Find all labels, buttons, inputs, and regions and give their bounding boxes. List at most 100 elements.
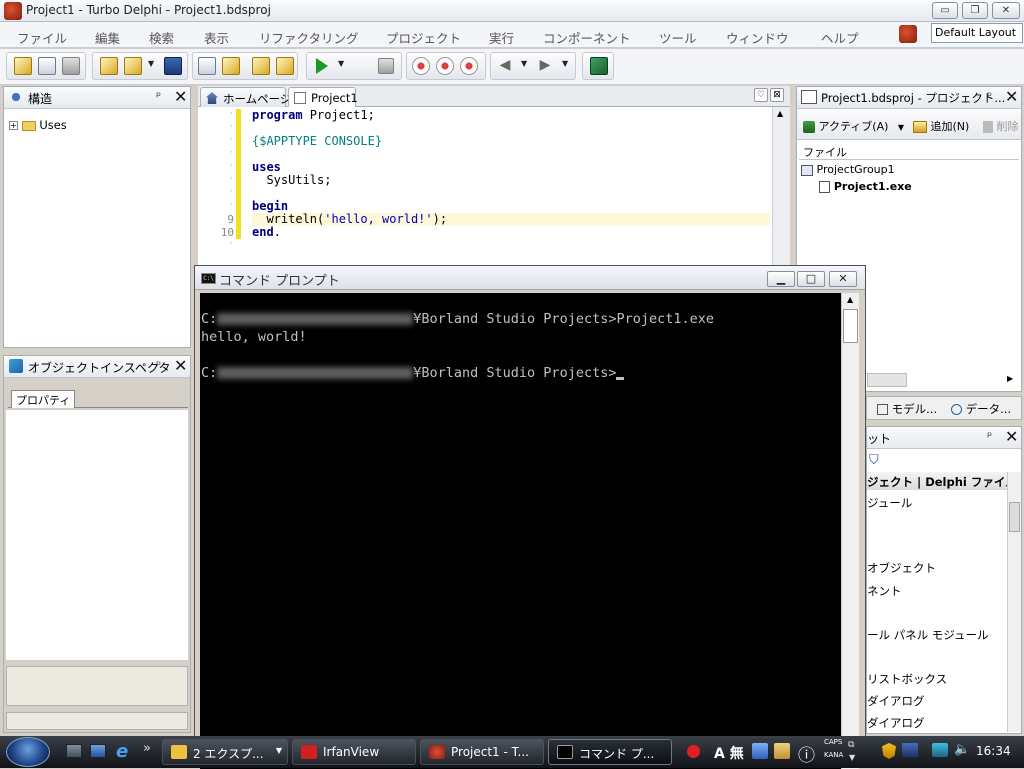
new-items-icon[interactable] — [14, 57, 32, 75]
menu-help[interactable]: ヘルプ — [821, 28, 859, 47]
menu-refactor[interactable]: リファクタリング — [259, 28, 359, 47]
remove-file-icon[interactable] — [62, 57, 80, 75]
forward-icon[interactable]: ▶ — [536, 57, 554, 75]
cmd-scrollbar[interactable]: ▲ — [841, 293, 859, 769]
minimize-button[interactable]: ▭ — [932, 2, 958, 19]
save-all-icon[interactable] — [198, 57, 216, 75]
cmd-close-button[interactable]: ✕ — [829, 271, 857, 287]
add-button[interactable]: 追加(N) — [913, 118, 969, 134]
palette-item[interactable]: ダイアログ — [867, 715, 925, 731]
ime-dictionary-icon[interactable] — [752, 743, 768, 759]
console-output[interactable]: C: ¥Borland Studio Projects>Project1.exe … — [200, 293, 841, 769]
open-icon[interactable] — [124, 57, 142, 75]
tab-project1[interactable]: Project1 — [288, 87, 358, 108]
run-to-cursor-icon[interactable] — [460, 57, 478, 75]
remove-button[interactable]: 削除 — [983, 118, 1019, 134]
horizontal-scroll-thumb[interactable] — [867, 373, 907, 387]
stop-icon[interactable] — [378, 58, 394, 74]
scroll-right-icon[interactable]: ▶ — [1007, 374, 1013, 383]
taskbar-button-delphi[interactable]: Project1 - T... — [420, 739, 544, 765]
menu-component[interactable]: コンポーネント — [543, 28, 631, 47]
save-icon[interactable] — [164, 57, 182, 75]
network-icon[interactable] — [932, 743, 948, 757]
ime-mode-indicator[interactable]: A 無 — [714, 743, 744, 763]
back-icon[interactable]: ◀ — [496, 57, 514, 75]
volume-icon[interactable]: 🔈 — [954, 742, 970, 757]
pin-icon[interactable]: ᵖ — [987, 429, 992, 443]
activate-button[interactable]: アクティブ(A) ▼ — [803, 118, 904, 134]
close-icon[interactable]: ✕ — [174, 356, 187, 375]
palette-item[interactable]: ダイアログ — [867, 693, 925, 709]
ime-tool-icon[interactable] — [774, 743, 790, 759]
remove-from-project-icon[interactable] — [276, 57, 294, 75]
forward-dropdown-icon[interactable]: ▼ — [562, 59, 568, 68]
cmd-minimize-button[interactable]: ▁ — [767, 271, 795, 287]
restore-ime-icon[interactable]: ⧉ — [848, 740, 854, 750]
ime-record-icon[interactable] — [687, 745, 700, 758]
clock[interactable]: 16:34 — [976, 744, 1011, 758]
menu-window[interactable]: ウィンドウ — [726, 28, 789, 47]
property-grid[interactable] — [6, 410, 188, 660]
language-bar-icon[interactable] — [902, 743, 918, 757]
menu-run[interactable]: 実行 — [489, 28, 514, 47]
copy-icon[interactable] — [38, 57, 56, 75]
palette-scrollbar[interactable] — [1007, 472, 1021, 732]
ime-options-icon[interactable]: ▼ — [849, 753, 855, 762]
palette-item[interactable]: オブジェクト — [867, 560, 936, 576]
tree-project-group[interactable]: ProjectGroup1 — [801, 163, 895, 176]
more-quicklaunch-icon[interactable]: » — [143, 741, 151, 756]
security-shield-icon[interactable] — [882, 743, 896, 759]
filter-icon[interactable]: ⛉ — [869, 453, 879, 468]
pin-icon[interactable]: ᵖ — [156, 89, 161, 103]
expand-icon[interactable]: + — [9, 121, 18, 130]
start-button[interactable] — [6, 737, 50, 767]
internet-explorer-icon[interactable]: e — [116, 741, 128, 762]
show-desktop-icon[interactable] — [66, 744, 82, 758]
menu-view[interactable]: 表示 — [204, 28, 229, 47]
taskbar-button-irfanview[interactable]: IrfanView — [292, 739, 416, 765]
tab-home[interactable]: ホームページ — [200, 87, 291, 107]
menu-edit[interactable]: 編集 — [95, 28, 120, 47]
cmd-scroll-thumb[interactable] — [843, 309, 858, 343]
step-over-icon[interactable] — [436, 57, 454, 75]
close-icon[interactable]: ✕ — [174, 87, 187, 106]
category-header[interactable]: ジェクト | Delphi ファイル — [867, 472, 1007, 490]
palette-item[interactable]: ール パネル モジュール — [867, 627, 989, 643]
trace-into-icon[interactable] — [412, 57, 430, 75]
editor-scrollbar[interactable]: ▲ — [772, 107, 790, 267]
close-icon[interactable]: ✕ — [1005, 87, 1018, 106]
close-button[interactable]: ✕ — [992, 2, 1020, 19]
maximize-button[interactable]: ❐ — [962, 2, 988, 19]
open-project-icon[interactable] — [222, 57, 240, 75]
add-to-project-icon[interactable] — [252, 57, 270, 75]
palette-scroll-thumb[interactable] — [1009, 502, 1020, 532]
tab-list-icon[interactable]: ♡ — [754, 88, 768, 102]
activate-dropdown-icon[interactable]: ▼ — [898, 123, 904, 132]
taskbar-button-cmd[interactable]: コマンド プ... — [548, 739, 672, 765]
switch-windows-icon[interactable] — [90, 744, 106, 758]
palette-item[interactable]: リストボックス — [867, 671, 947, 687]
palette-item[interactable]: ジュール — [867, 495, 912, 511]
tree-project1-exe[interactable]: Project1.exe — [819, 180, 912, 193]
pin-icon[interactable]: ᵖ — [156, 358, 161, 372]
open-dropdown-icon[interactable]: ▼ — [148, 59, 154, 68]
files-column-header[interactable]: ファイル — [799, 144, 1019, 160]
menu-search[interactable]: 検索 — [149, 28, 174, 47]
scroll-up-icon[interactable]: ▲ — [777, 109, 783, 118]
code-editor[interactable]: · program Project1; · · {$APPTYPE CONSOLE} · ·… — [198, 107, 772, 267]
pin-icon[interactable]: ᵖ — [987, 89, 992, 103]
run-dropdown-icon[interactable]: ▼ — [338, 59, 344, 68]
cmd-maximize-button[interactable]: □ — [797, 271, 825, 287]
close-icon[interactable]: ✕ — [1005, 427, 1018, 446]
layout-select[interactable]: Default Layout — [931, 23, 1023, 43]
palette-item[interactable]: ネント — [867, 583, 902, 599]
close-tab-icon[interactable]: ⊠ — [770, 88, 784, 102]
taskbar-button-explorer[interactable]: 2 エクスプ... ▼ — [162, 739, 288, 765]
menu-file[interactable]: ファイル — [17, 28, 67, 47]
menu-project[interactable]: プロジェクト — [386, 28, 461, 47]
run-icon[interactable] — [316, 58, 328, 74]
back-dropdown-icon[interactable]: ▼ — [521, 59, 527, 68]
help-icon[interactable]: ⓘ — [798, 741, 815, 766]
tab-properties[interactable]: プロパティ — [11, 390, 76, 408]
tab-data-explorer[interactable]: データ... — [951, 401, 1011, 417]
